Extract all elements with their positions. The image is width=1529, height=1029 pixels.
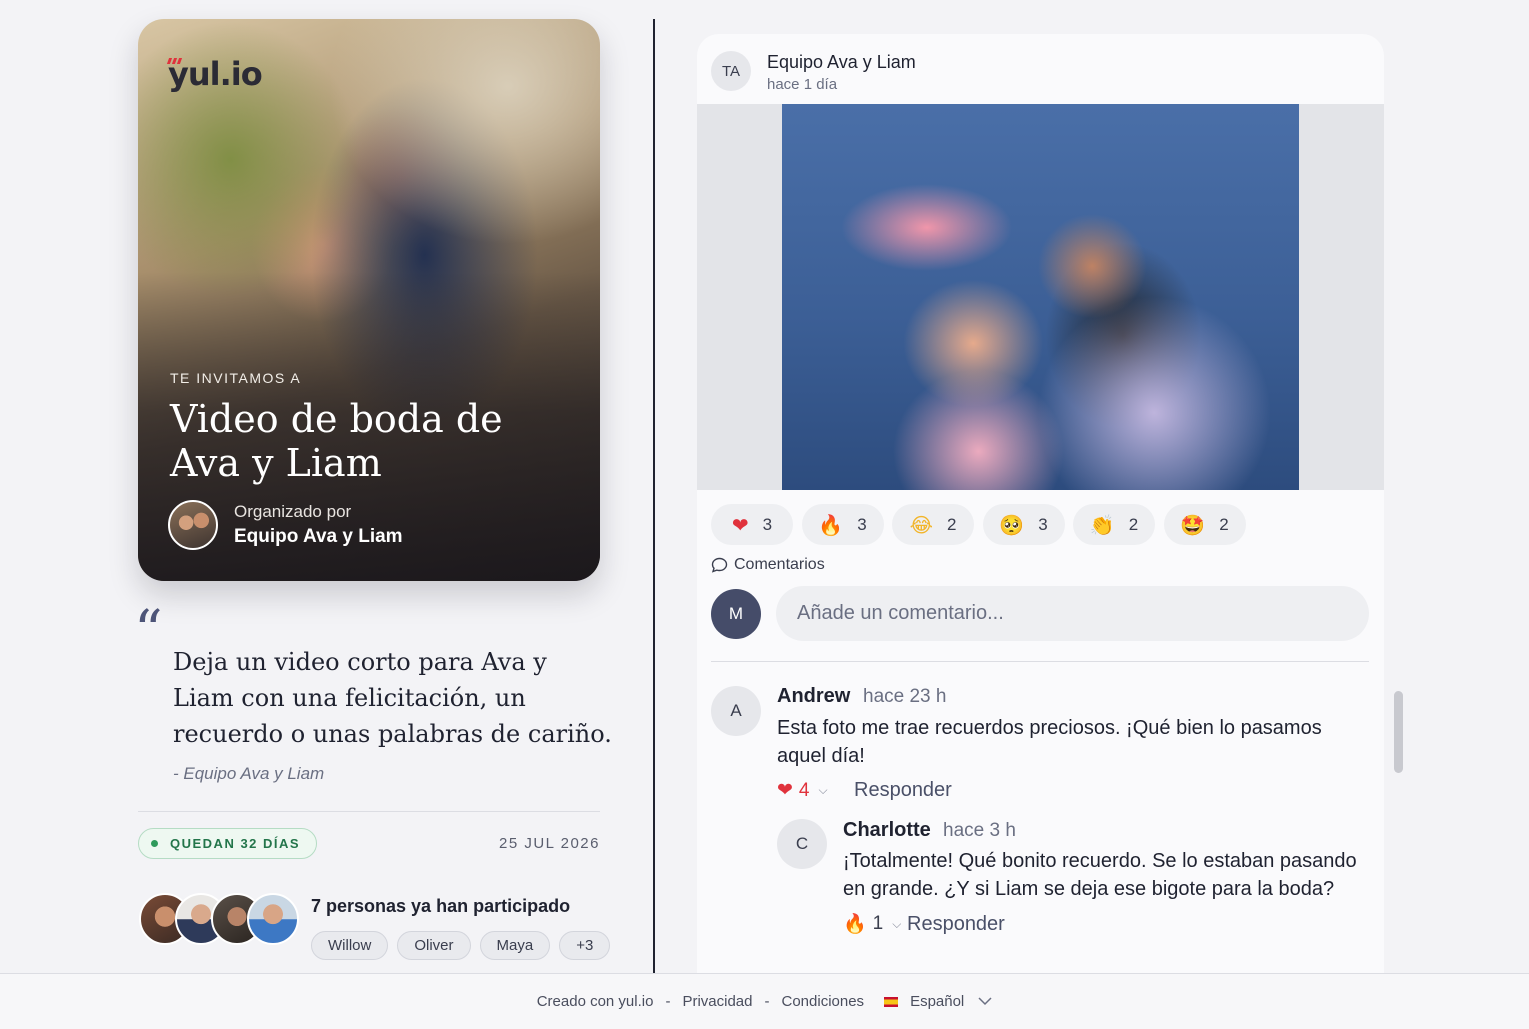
host-name: Equipo Ava y Liam [234,526,403,547]
commenter-avatar: C [777,819,827,869]
quote-author: - Equipo Ava y Liam [173,764,325,783]
post-photo[interactable] [782,104,1299,490]
reaction-count: 2 [1219,514,1229,534]
participant-chip-willow: Willow [311,931,389,960]
star-struck-face-icon: 🤩 [1180,512,1206,537]
privacy-link[interactable]: Privacidad [682,993,752,1010]
days-left-label: QUEDAN 32 DÍAS [170,836,301,851]
spain-flag-icon [884,996,899,1007]
reaction-count: 2 [1128,514,1139,534]
comment-text: Esta foto me trae recuerdos preciosos. ¡… [777,717,1322,767]
language-selector[interactable]: Español [910,993,964,1010]
laughing-face-icon: 😂 [909,512,933,537]
pleading-face-icon: 🥺 [999,512,1025,537]
comment-timestamp: hace 3 h [943,820,1016,841]
invitation-quote: Deja un video corto para Ava y Liam con … [173,648,612,748]
logo-mark-icon [166,51,186,64]
comment-reaction-button[interactable]: 🔥 1 ⌵ [843,912,901,936]
invitation-title: Video de boda de Ava y Liam [170,397,503,485]
divider [138,811,600,812]
chevron-down-icon: ⌵ [892,916,902,931]
reaction-pleading[interactable]: 🥺 3 [982,504,1065,545]
fire-icon: 🔥 [843,914,867,935]
terms-link[interactable]: Condiciones [782,993,865,1010]
comment-input[interactable] [776,586,1369,641]
current-user-avatar: M [711,589,761,639]
participant-chips: Willow Oliver Maya +3 [311,931,619,960]
post-author-avatar: TA [711,51,751,91]
comment-reaction-count: 4 [798,779,810,801]
host-avatar [168,500,218,550]
reaction-laughing[interactable]: 😂 2 [892,504,974,545]
post-author-name[interactable]: Equipo Ava y Liam [767,52,916,73]
made-with-link[interactable]: Creado con yul.io [537,993,654,1010]
host-label: Organizado por [234,502,352,521]
panel-divider [653,19,655,973]
clapping-hands-icon: 👏 [1089,512,1115,537]
chevron-down-icon[interactable] [978,997,992,1006]
reaction-count: 2 [946,514,957,534]
comment-reaction-button[interactable]: ❤ 4 ⌵ [777,779,828,802]
days-left-badge: QUEDAN 32 DÍAS [138,828,318,859]
reaction-fire[interactable]: 🔥 3 [801,504,884,545]
reaction-clapping[interactable]: 👏 2 [1073,504,1155,545]
host-info: Organizado por Equipo Ava y Liam [168,500,403,550]
comment-bubble-icon [711,557,728,573]
reaction-count: 3 [1038,514,1048,534]
reaction-count: 3 [857,514,867,534]
comment-timestamp: hace 23 h [863,686,947,707]
participant-chip-more[interactable]: +3 [559,931,611,960]
reaction-star-struck[interactable]: 🤩 2 [1163,504,1246,545]
reaction-heart[interactable]: ❤ 3 [711,504,793,545]
comment-reaction-count: 1 [872,913,884,934]
reply-button[interactable]: Responder [854,779,952,802]
divider [711,661,1369,662]
chevron-down-icon: ⌵ [818,783,828,797]
reaction-bar: ❤ 3 🔥 3 😂 2 🥺 3 👏 2 🤩 2 [711,504,1254,545]
invite-eyebrow: TE INVITAMOS A [170,370,302,386]
footer: Creado con yul.io - Privacidad - Condici… [0,973,1529,1029]
participant-chip-oliver: Oliver [397,931,471,960]
participants-count: 7 personas ya han participado [311,896,571,916]
comments-header: Comentarios [711,556,825,574]
scrollbar-thumb[interactable] [1394,691,1403,773]
reply-button[interactable]: Responder [907,913,1005,936]
event-date: 25 JUL 2026 [498,835,600,852]
reaction-count: 3 [762,514,773,534]
commenter-name[interactable]: Andrew [777,685,850,708]
quote-mark-icon: “ [134,599,163,664]
participant-avatars [139,893,299,945]
comment-text: ¡Totalmente! Qué bonito recuerdo. Se lo … [843,850,1357,900]
heart-icon: ❤ [777,780,793,801]
status-dot-icon [151,840,158,847]
post-timestamp: hace 1 día [767,76,838,93]
post-photo-frame [697,104,1384,490]
post-card: TA Equipo Ava y Liam hace 1 día ❤ 3 🔥 3 … [697,34,1384,984]
participant-avatar [247,893,299,945]
yulio-logo[interactable]: yul.io [166,49,263,93]
heart-icon: ❤ [731,512,749,537]
footer-separator: - [665,993,671,1010]
commenter-name[interactable]: Charlotte [843,819,931,842]
comments-label: Comentarios [734,556,825,573]
participant-chip-maya: Maya [479,931,551,960]
invitation-hero-card: yul.io TE INVITAMOS A Video de boda de A… [138,19,600,581]
footer-separator: - [764,993,770,1010]
fire-icon: 🔥 [818,512,844,537]
commenter-avatar: A [711,686,761,736]
